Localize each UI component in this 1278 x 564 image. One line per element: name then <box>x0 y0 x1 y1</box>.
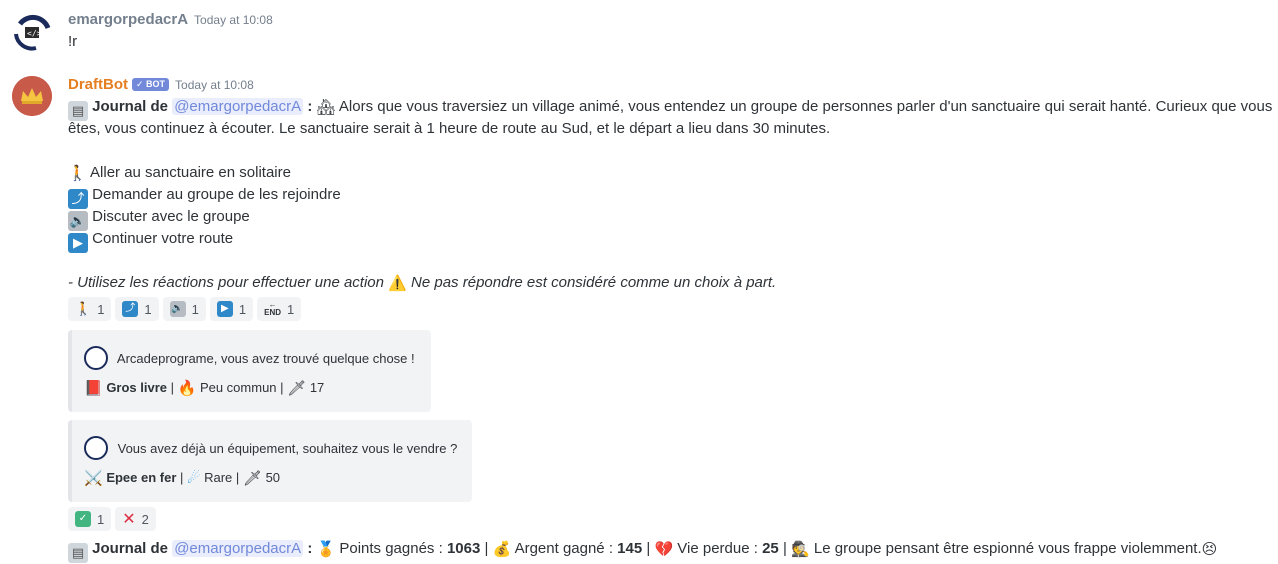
choice-1: 🚶 Aller au sanctuaire en solitaire <box>68 162 291 185</box>
money-bag-icon: 💰 <box>492 541 512 558</box>
reaction-play[interactable]: ▶ 1 <box>209 297 254 321</box>
embed-title-text: Arcadeprograme, vous avez trouvé quelque… <box>116 351 415 366</box>
bot-tag: ✓ BOT <box>132 78 170 91</box>
reaction-count: 1 <box>191 301 199 317</box>
author-name[interactable]: emargorpedacrA <box>68 11 188 28</box>
journal-label: Journal de <box>92 540 169 557</box>
arrow-up-right-icon: ⤴ <box>122 301 139 317</box>
user-avatar-small <box>84 436 108 460</box>
item-name: Epee en fer <box>106 470 177 485</box>
reaction-walking[interactable]: 🚶 1 <box>68 297 112 321</box>
user-avatar-small <box>84 346 108 370</box>
reaction-count: 1 <box>97 511 105 527</box>
medal-icon: 🏅 <box>316 541 336 558</box>
timestamp: Today at 10:08 <box>194 13 273 27</box>
choice-label: Demander au groupe de les rejoindre <box>92 186 341 203</box>
reaction-arrow[interactable]: ⤴ 1 <box>115 297 159 321</box>
speaker-icon: 🔊 <box>169 301 186 317</box>
result-line: ▤ Journal de @emargorpedacrA : 🏅 Points … <box>68 538 1217 563</box>
item-name: Gros livre <box>106 380 168 395</box>
reaction-count: 1 <box>238 301 247 317</box>
play-icon: ▶ <box>216 301 233 317</box>
bot-avatar[interactable] <box>12 76 52 116</box>
svg-text:</>: </> <box>27 29 42 38</box>
walking-person-icon: 🚶 <box>68 165 87 182</box>
story-text-1: Alors que vous traversiez un village ani… <box>338 98 1273 115</box>
choice-label: Discuter avec le groupe <box>92 208 250 225</box>
timestamp: Today at 10:08 <box>175 78 254 92</box>
life-label: Vie perdue : <box>677 540 758 557</box>
embed-title: Vous avez déjà un équipement, souhaitez … <box>84 436 457 460</box>
spy-icon: 🕵 <box>791 541 810 558</box>
walking-person-icon: 🚶 <box>75 301 92 316</box>
end-arrow-icon: ← END <box>264 300 282 317</box>
reactions-choices: 🚶 1 ⤴ 1 🔊 1 ▶ 1 ← END 1 <box>68 297 302 321</box>
choice-label: Aller au sanctuaire en solitaire <box>90 164 291 181</box>
check-icon: ✓ <box>75 511 91 527</box>
embed-sell-item: Vous avez déjà un équipement, souhaitez … <box>68 420 472 502</box>
reaction-count: 1 <box>287 301 295 317</box>
cross-icon: ✕ <box>122 511 136 528</box>
book-icon: 📕 <box>84 380 103 397</box>
embed-description: 📕 Gros livre | 🔥 Peu commun | 🗡 17 <box>84 380 325 397</box>
item-rarity: Rare <box>204 470 233 485</box>
reaction-speaker[interactable]: 🔊 1 <box>162 297 206 321</box>
play-icon: ▶ <box>68 233 88 253</box>
reaction-cross[interactable]: ✕ 2 <box>115 507 156 531</box>
user-avatar[interactable]: </> <box>12 12 52 52</box>
item-stat: 50 <box>265 470 281 485</box>
confounded-face-icon: 😣 <box>1201 541 1218 558</box>
money-label: Argent gagné : <box>514 540 613 557</box>
reactions-sell: ✓ 1 ✕ 2 <box>68 507 156 531</box>
dagger-icon: 🗡 <box>287 380 307 397</box>
story-line-2: êtes, vous continuez à écouter. Le sanct… <box>68 120 831 137</box>
money-value: 145 <box>617 540 643 557</box>
reaction-count: 1 <box>144 301 152 317</box>
points-label: Points gagnés : <box>339 540 443 557</box>
user-mention[interactable]: @emargorpedacrA <box>172 98 304 115</box>
broken-heart-icon: 💔 <box>654 541 674 558</box>
embed-title: Arcadeprograme, vous avez trouvé quelque… <box>84 346 415 370</box>
reaction-check[interactable]: ✓ 1 <box>68 507 112 531</box>
bot-name-row: DraftBot ✓ BOT Today at 10:08 <box>68 76 254 93</box>
colon: : <box>307 98 313 115</box>
user-name[interactable]: emargorpedacrA Today at 10:08 <box>68 11 273 28</box>
reaction-count: 2 <box>141 511 149 527</box>
hint-prefix: - Utilisez les réactions pour effectuer … <box>68 274 384 291</box>
journal-label: Journal de <box>92 98 169 115</box>
reaction-end[interactable]: ← END 1 <box>257 297 302 321</box>
village-icon: 🏘 <box>316 99 336 116</box>
crossed-swords-icon: ⚔️ <box>84 470 103 487</box>
choice-4: ▶ Continuer votre route <box>68 228 233 253</box>
embed-found-item: Arcadeprograme, vous avez trouvé quelque… <box>68 330 431 412</box>
embed-description: ⚔️ Epee en fer | ☄ Rare | 🗡 50 <box>84 470 281 487</box>
outcome-text: Le groupe pensant être espionné vous fra… <box>813 540 1202 557</box>
dagger-icon: 🗡 <box>242 470 262 487</box>
embed-title-text: Vous avez déjà un équipement, souhaitez … <box>117 441 458 456</box>
author-name[interactable]: DraftBot <box>68 76 128 93</box>
warning-icon: ⚠️ <box>388 275 407 292</box>
points-value: 1063 <box>446 540 481 557</box>
item-stat: 17 <box>309 380 325 395</box>
newspaper-icon: ▤ <box>68 543 88 563</box>
user-mention[interactable]: @emargorpedacrA <box>172 540 304 557</box>
message-text: !r <box>68 33 78 50</box>
reaction-count: 1 <box>97 301 105 317</box>
hint-line: - Utilisez les réactions pour effectuer … <box>68 272 776 295</box>
hint-suffix: Ne pas répondre est considéré comme un c… <box>411 274 777 291</box>
comet-icon: ☄ <box>187 470 201 487</box>
item-rarity: Peu commun <box>199 380 277 395</box>
life-value: 25 <box>762 540 779 557</box>
choice-label: Continuer votre route <box>92 230 234 247</box>
fire-icon: 🔥 <box>177 380 197 397</box>
